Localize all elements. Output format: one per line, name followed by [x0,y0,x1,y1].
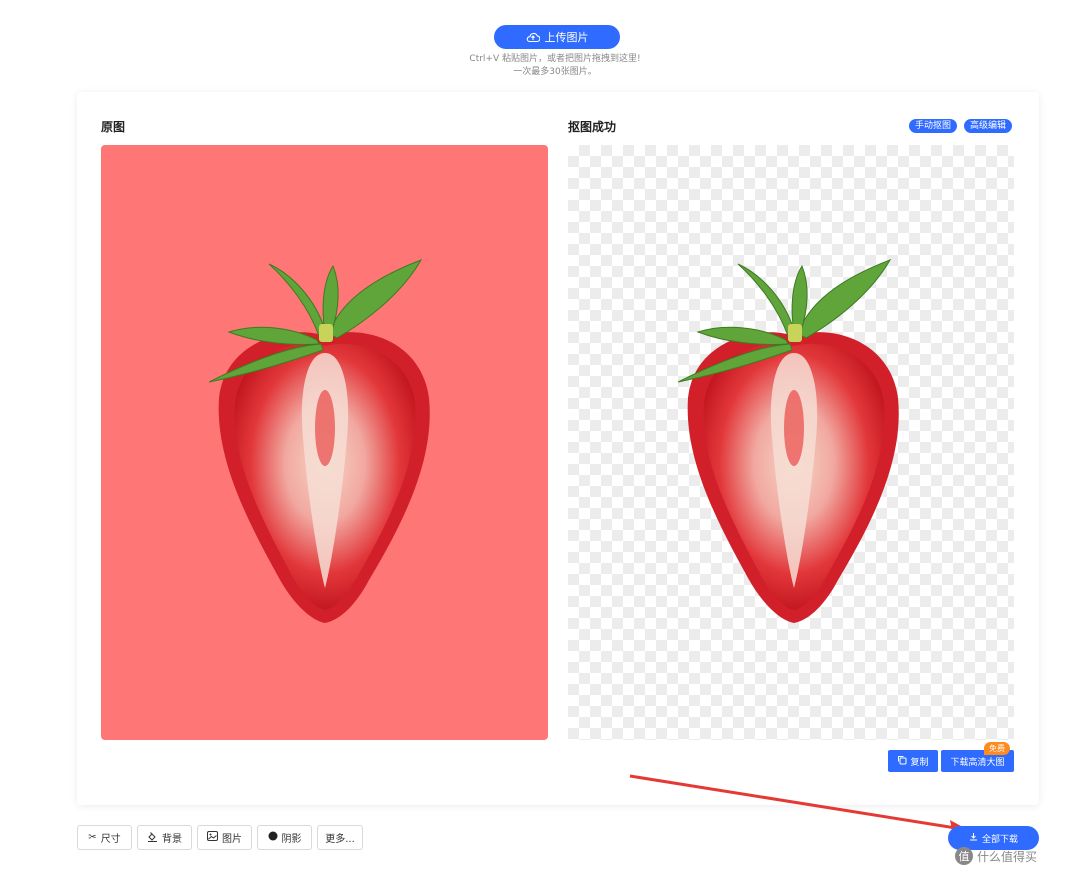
more-tools-button[interactable]: 更多... [317,825,363,850]
cutout-result-image [568,145,1014,740]
original-image [101,145,548,740]
scissors-icon: ✂ [88,831,97,843]
original-title: 原图 [101,120,126,134]
image-tool-label: 图片 [222,834,242,845]
image-icon [207,831,218,844]
watermark-text: 什么值得买 [977,849,1038,864]
strawberry-image [209,259,430,623]
result-title: 抠图成功 [568,120,617,134]
manual-cutout-button[interactable]: 手动抠图 [909,119,958,133]
image-tool-button[interactable]: 图片 [197,825,252,850]
background-tool-label: 背景 [162,834,182,845]
upload-hint-paste: Ctrl+V 粘贴图片，或者把图片拖拽到这里! [469,54,641,64]
watermark-logo: 值 [955,847,973,865]
copy-button[interactable]: 复制 [888,750,938,772]
copy-label: 复制 [910,757,929,768]
background-tool-button[interactable]: 背景 [137,825,192,850]
upload-hint-limit: 一次最多30张图片。 [513,67,597,77]
free-badge: 免费 [984,742,1010,755]
size-tool-label: 尺寸 [100,834,121,845]
upload-label: 上传图片 [544,31,589,44]
paint-bucket-icon [147,831,158,845]
download-all-label: 全部下载 [981,834,1018,845]
download-icon [969,832,978,844]
shadow-tool-button[interactable]: 阴影 [257,825,312,850]
cloud-upload-icon [526,31,540,43]
advanced-edit-button[interactable]: 高级编辑 [964,119,1013,133]
watermark: 值 什么值得买 [955,845,1037,867]
shadow-tool-label: 阴影 [281,834,302,845]
strawberry-cutout-image [678,259,899,623]
copy-icon [897,755,907,768]
size-tool-button[interactable]: ✂ 尺寸 [77,825,132,850]
shadow-icon [268,831,278,844]
upload-image-button[interactable]: 上传图片 [494,25,620,49]
